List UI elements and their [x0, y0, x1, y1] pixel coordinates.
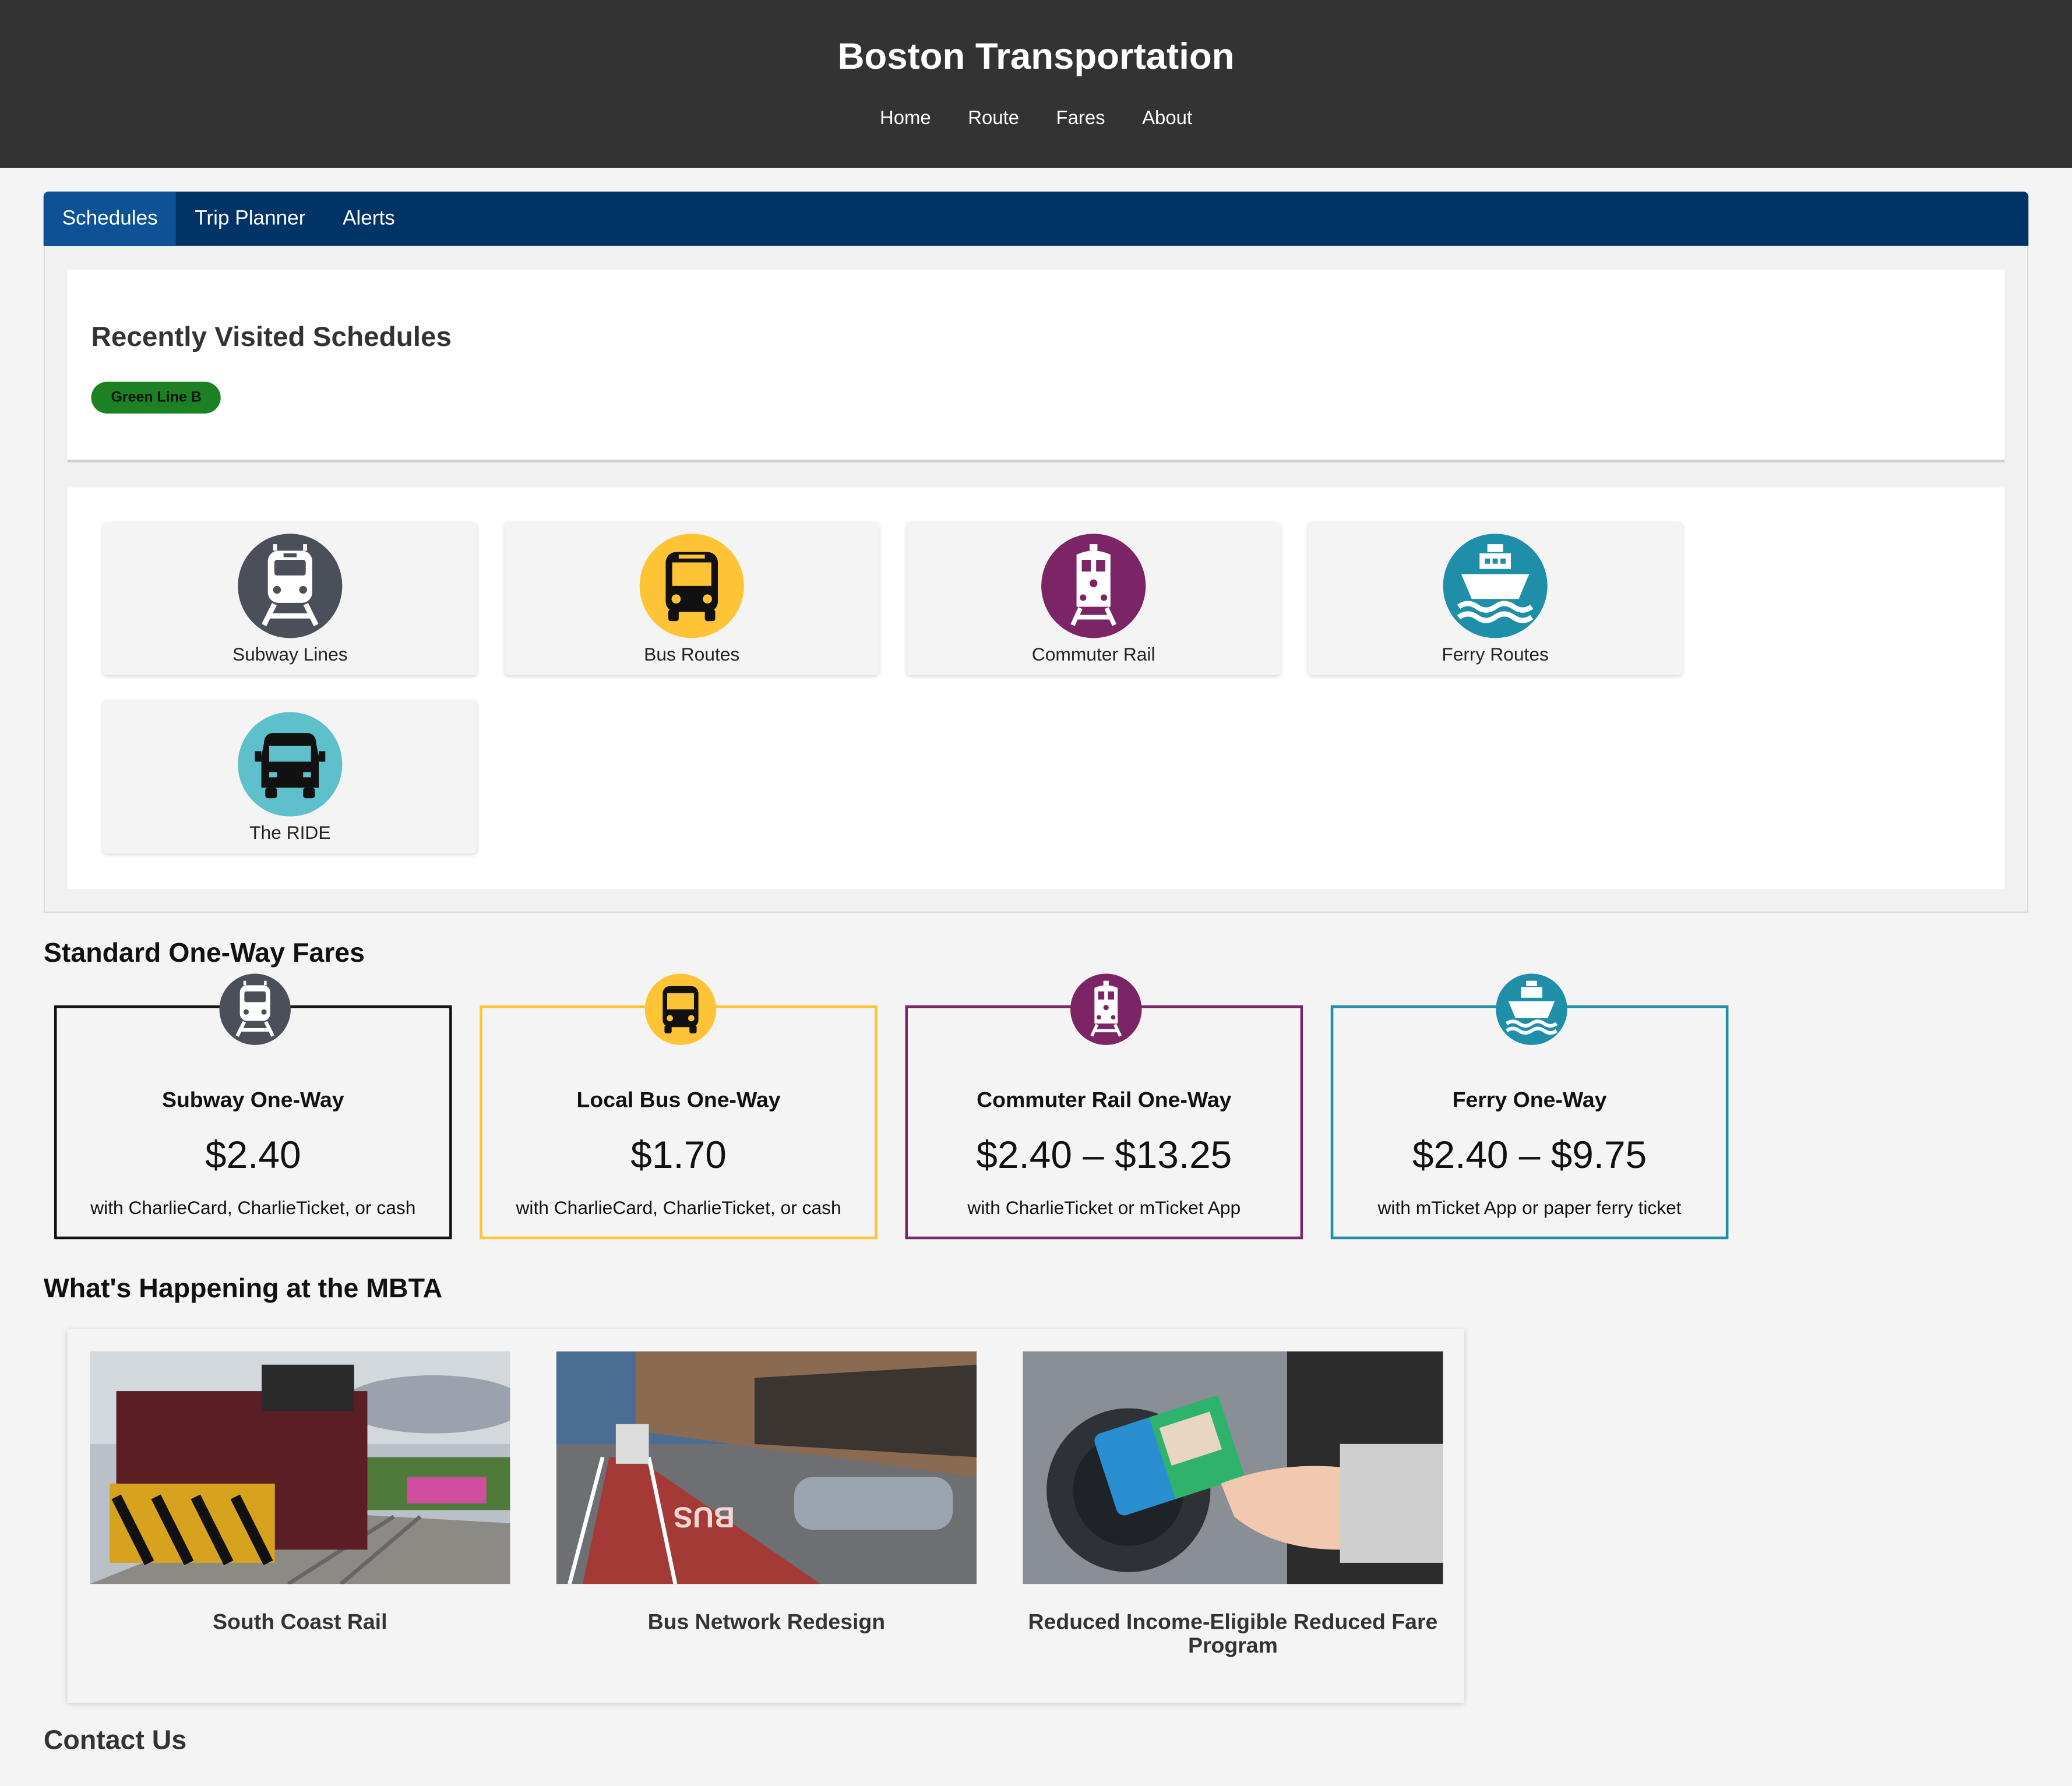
tab-trip-planner[interactable]: Trip Planner	[177, 192, 325, 246]
fare-title: Local Bus One-Way	[576, 1088, 781, 1113]
mode-card-subway[interactable]: Subway Lines	[103, 521, 477, 675]
main-nav: Home Route Fares About	[0, 108, 2072, 129]
nav-home[interactable]: Home	[880, 108, 931, 129]
nav-about[interactable]: About	[1142, 108, 1192, 129]
fare-title: Ferry One-Way	[1452, 1088, 1607, 1113]
ride-van-icon	[238, 712, 343, 817]
nav-fares[interactable]: Fares	[1056, 108, 1105, 129]
nav-route[interactable]: Route	[968, 108, 1019, 129]
fare-card-ferry: Ferry One-Way $2.40 – $9.75 with mTicket…	[1330, 973, 1729, 1240]
recent-schedules-panel: Recently Visited Schedules Green Line B	[67, 269, 2005, 463]
mode-card-commuter-rail[interactable]: Commuter Rail	[906, 521, 1281, 675]
fare-price: $2.40	[205, 1135, 301, 1177]
fare-title: Commuter Rail One-Way	[977, 1088, 1232, 1113]
svg-text:BUS: BUS	[674, 1501, 735, 1534]
transit-modes-panel: Subway Lines Bus Routes Commuter Rail Fe…	[67, 487, 2005, 890]
news-panel: South Coast Rail BUS Bus Network Redesig…	[67, 1329, 1464, 1703]
fare-card-commuter-rail: Commuter Rail One-Way $2.40 – $13.25 wit…	[905, 973, 1303, 1240]
mode-card-bus[interactable]: Bus Routes	[505, 521, 879, 675]
news-heading: What's Happening at the MBTA	[43, 1273, 443, 1304]
fare-price: $2.40 – $13.25	[976, 1135, 1232, 1177]
tab-schedules[interactable]: Schedules	[43, 191, 177, 246]
news-title: South Coast Rail	[213, 1610, 387, 1635]
news-item-south-coast-rail[interactable]: South Coast Rail	[90, 1351, 510, 1634]
subway-icon	[238, 534, 343, 638]
mode-card-ferry[interactable]: Ferry Routes	[1308, 521, 1683, 675]
mode-label-subway: Subway Lines	[232, 643, 348, 665]
fare-title: Subway One-Way	[161, 1088, 344, 1113]
news-image-train	[90, 1351, 510, 1584]
tab-bar: Schedules Trip Planner Alerts	[43, 191, 2029, 246]
fare-note: with CharlieTicket or mTicket App	[967, 1196, 1241, 1219]
fare-card-bus: Local Bus One-Way $1.70 with CharlieCard…	[480, 973, 878, 1240]
recent-schedules-title: Recently Visited Schedules	[91, 322, 452, 353]
commuter-rail-icon	[1070, 973, 1142, 1045]
fares-heading: Standard One-Way Fares	[43, 938, 365, 969]
recent-schedule-pill[interactable]: Green Line B	[91, 382, 221, 414]
tab-alerts[interactable]: Alerts	[324, 192, 413, 246]
mode-label-bus: Bus Routes	[644, 643, 740, 665]
fare-price: $2.40 – $9.75	[1412, 1135, 1647, 1177]
schedule-tabs: Schedules Trip Planner Alerts Recently V…	[43, 191, 2029, 913]
news-item-reduced-fare[interactable]: Reduced Income-Eligible Reduced Fare Pro…	[1023, 1351, 1443, 1658]
fare-note: with CharlieCard, CharlieTicket, or cash	[516, 1196, 841, 1219]
fare-note: with mTicket App or paper ferry ticket	[1377, 1196, 1682, 1219]
news-image-bus-lane: BUS	[556, 1351, 977, 1584]
ferry-icon	[1496, 973, 1567, 1045]
news-title: Reduced Income-Eligible Reduced Fare Pro…	[1028, 1610, 1438, 1658]
news-image-charliecard	[1023, 1351, 1443, 1584]
ferry-icon	[1443, 534, 1548, 638]
mode-label-ferry: Ferry Routes	[1442, 643, 1549, 665]
bus-icon	[639, 534, 744, 638]
news-title: Bus Network Redesign	[647, 1610, 886, 1635]
fare-card-subway: Subway One-Way $2.40 with CharlieCard, C…	[54, 973, 452, 1240]
commuter-rail-icon	[1041, 534, 1146, 638]
mode-label-the-ride: The RIDE	[249, 821, 331, 843]
site-title: Boston Transportation	[837, 36, 1235, 77]
mode-card-the-ride[interactable]: The RIDE	[103, 700, 477, 854]
contact-heading: Contact Us	[43, 1725, 187, 1756]
subway-icon	[219, 973, 291, 1045]
fare-note: with CharlieCard, CharlieTicket, or cash	[90, 1196, 416, 1219]
fare-price: $1.70	[630, 1135, 727, 1177]
mode-label-commuter-rail: Commuter Rail	[1031, 643, 1155, 665]
bus-icon	[644, 973, 717, 1045]
site-header: Boston Transportation Home Route Fares A…	[0, 0, 2072, 168]
news-item-bus-network-redesign[interactable]: BUS Bus Network Redesign	[556, 1351, 977, 1634]
